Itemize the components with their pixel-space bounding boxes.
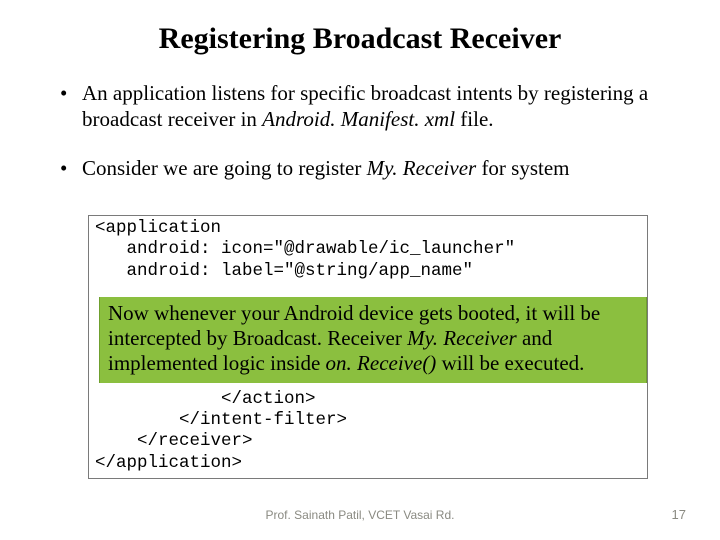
page-number: 17 [672,507,686,522]
code-line-12: </application> [95,453,242,473]
bullet-1: An application listens for specific broa… [60,80,660,133]
footer-text: Prof. Sainath Patil, VCET Vasai Rd. [0,508,720,522]
bullet-2: Consider we are going to register My. Re… [60,155,660,181]
bullet-2-text-pre: Consider we are going to register [82,156,367,180]
code-line-11: </receiver> [95,431,253,451]
bullet-list: An application listens for specific broa… [60,80,660,181]
code-line-9: </action> [95,389,316,409]
bullet-1-text-post: file. [455,107,493,131]
callout-post: will be executed. [436,351,584,375]
code-line-1: <application [95,218,221,238]
code-line-3: android: label="@string/app_name" [95,261,473,281]
callout-box: Now whenever your Android device gets bo… [99,297,647,383]
slide-title: Registering Broadcast Receiver [60,22,660,56]
callout-it1: My. Receiver [407,326,517,350]
bullet-2-text-italic: My. Receiver [367,156,477,180]
bullet-2-text-post: for system [476,156,569,180]
slide: Registering Broadcast Receiver An applic… [0,0,720,540]
code-line-10: </intent-filter> [95,410,347,430]
callout-it2: on. Receive() [326,351,437,375]
code-line-2: android: icon="@drawable/ic_launcher" [95,239,515,259]
bullet-1-text-italic: Android. Manifest. xml [262,107,455,131]
